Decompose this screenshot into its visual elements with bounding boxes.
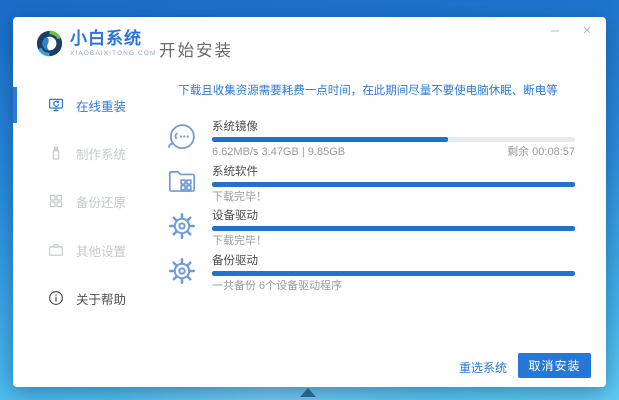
sidebar-item-about-help[interactable]: 关于帮助 — [47, 286, 126, 310]
task-detail: 下载完毕！ — [212, 191, 267, 203]
sidebar-active-indicator — [13, 87, 17, 123]
task-label: 系统软件 — [212, 165, 575, 179]
page-title: 开始安装 — [159, 37, 233, 61]
task-row-system-software: 系统软件 下载完毕！ — [165, 165, 575, 210]
usb-icon — [47, 144, 65, 162]
task-detail: 一共备份 6个设备驱动程序 — [212, 280, 342, 292]
sidebar-item-online-reinstall[interactable]: 在线重装 — [47, 93, 126, 117]
task-row-system-image: 系统镜像 6.62MB/s 3.47GB | 9.85GB 剩余 00:08:5… — [165, 120, 575, 165]
sidebar-item-label: 在线重装 — [76, 96, 126, 115]
sidebar-item-other-settings[interactable]: 其他设置 — [47, 238, 126, 262]
sidebar-item-make-system[interactable]: 制作系统 — [47, 141, 126, 165]
gear-icon — [166, 255, 200, 287]
install-notice: 下载且收集资源需要耗费一点时间，在此期间尽量不要使电脑休眠、断电等 — [153, 82, 583, 98]
info-icon — [47, 289, 65, 307]
task-row-backup-driver: 备份驱动 一共备份 6个设备驱动程序 — [165, 254, 575, 299]
toolbox-icon — [47, 241, 65, 259]
progress-bar — [212, 226, 575, 231]
monitor-refresh-icon — [47, 96, 65, 114]
brand-logo: 小白系统 XIAOBAIXITONG.COM — [36, 30, 156, 57]
task-label: 备份驱动 — [212, 254, 575, 268]
progress-bar — [212, 271, 575, 276]
sidebar-item-label: 其他设置 — [76, 241, 126, 260]
sidebar-item-label: 关于帮助 — [76, 289, 126, 308]
mascot-icon — [166, 121, 200, 153]
progress-bar-fill — [212, 226, 575, 231]
progress-bar-fill — [212, 182, 575, 187]
task-list: 系统镜像 6.62MB/s 3.47GB | 9.85GB 剩余 00:08:5… — [165, 120, 575, 298]
app-window: – × 小白系统 XIAOBAIXITONG.COM 开始安装 — [13, 17, 606, 387]
backup-grid-icon — [47, 192, 65, 210]
minimize-button[interactable]: – — [546, 21, 564, 39]
wallpaper-detail — [300, 388, 316, 397]
brand-name: 小白系统 — [70, 30, 156, 48]
sidebar-item-label: 备份还原 — [76, 192, 126, 211]
progress-bar-fill — [212, 271, 575, 276]
close-button[interactable]: × — [578, 21, 596, 39]
window-controls: – × — [546, 21, 596, 39]
software-folder-icon — [166, 166, 200, 198]
gear-icon — [166, 210, 200, 242]
task-remaining-time: 剩余 00:08:57 — [507, 146, 575, 158]
sidebar-item-backup-restore[interactable]: 备份还原 — [47, 189, 126, 213]
progress-bar-fill — [212, 137, 448, 142]
reselect-system-button[interactable]: 重选系统 — [459, 359, 507, 376]
progress-bar — [212, 137, 575, 142]
task-label: 设备驱动 — [212, 209, 575, 223]
brand-domain: XIAOBAIXITONG.COM — [70, 50, 156, 57]
task-detail: 6.62MB/s 3.47GB | 9.85GB — [212, 146, 345, 158]
task-detail: 下载完毕！ — [212, 235, 267, 247]
progress-bar — [212, 182, 575, 187]
task-row-device-driver: 设备驱动 下载完毕！ — [165, 209, 575, 254]
brand-logo-icon — [36, 30, 63, 57]
sidebar-item-label: 制作系统 — [76, 144, 126, 163]
cancel-install-button[interactable]: 取消安装 — [518, 353, 591, 378]
task-label: 系统镜像 — [212, 120, 575, 134]
